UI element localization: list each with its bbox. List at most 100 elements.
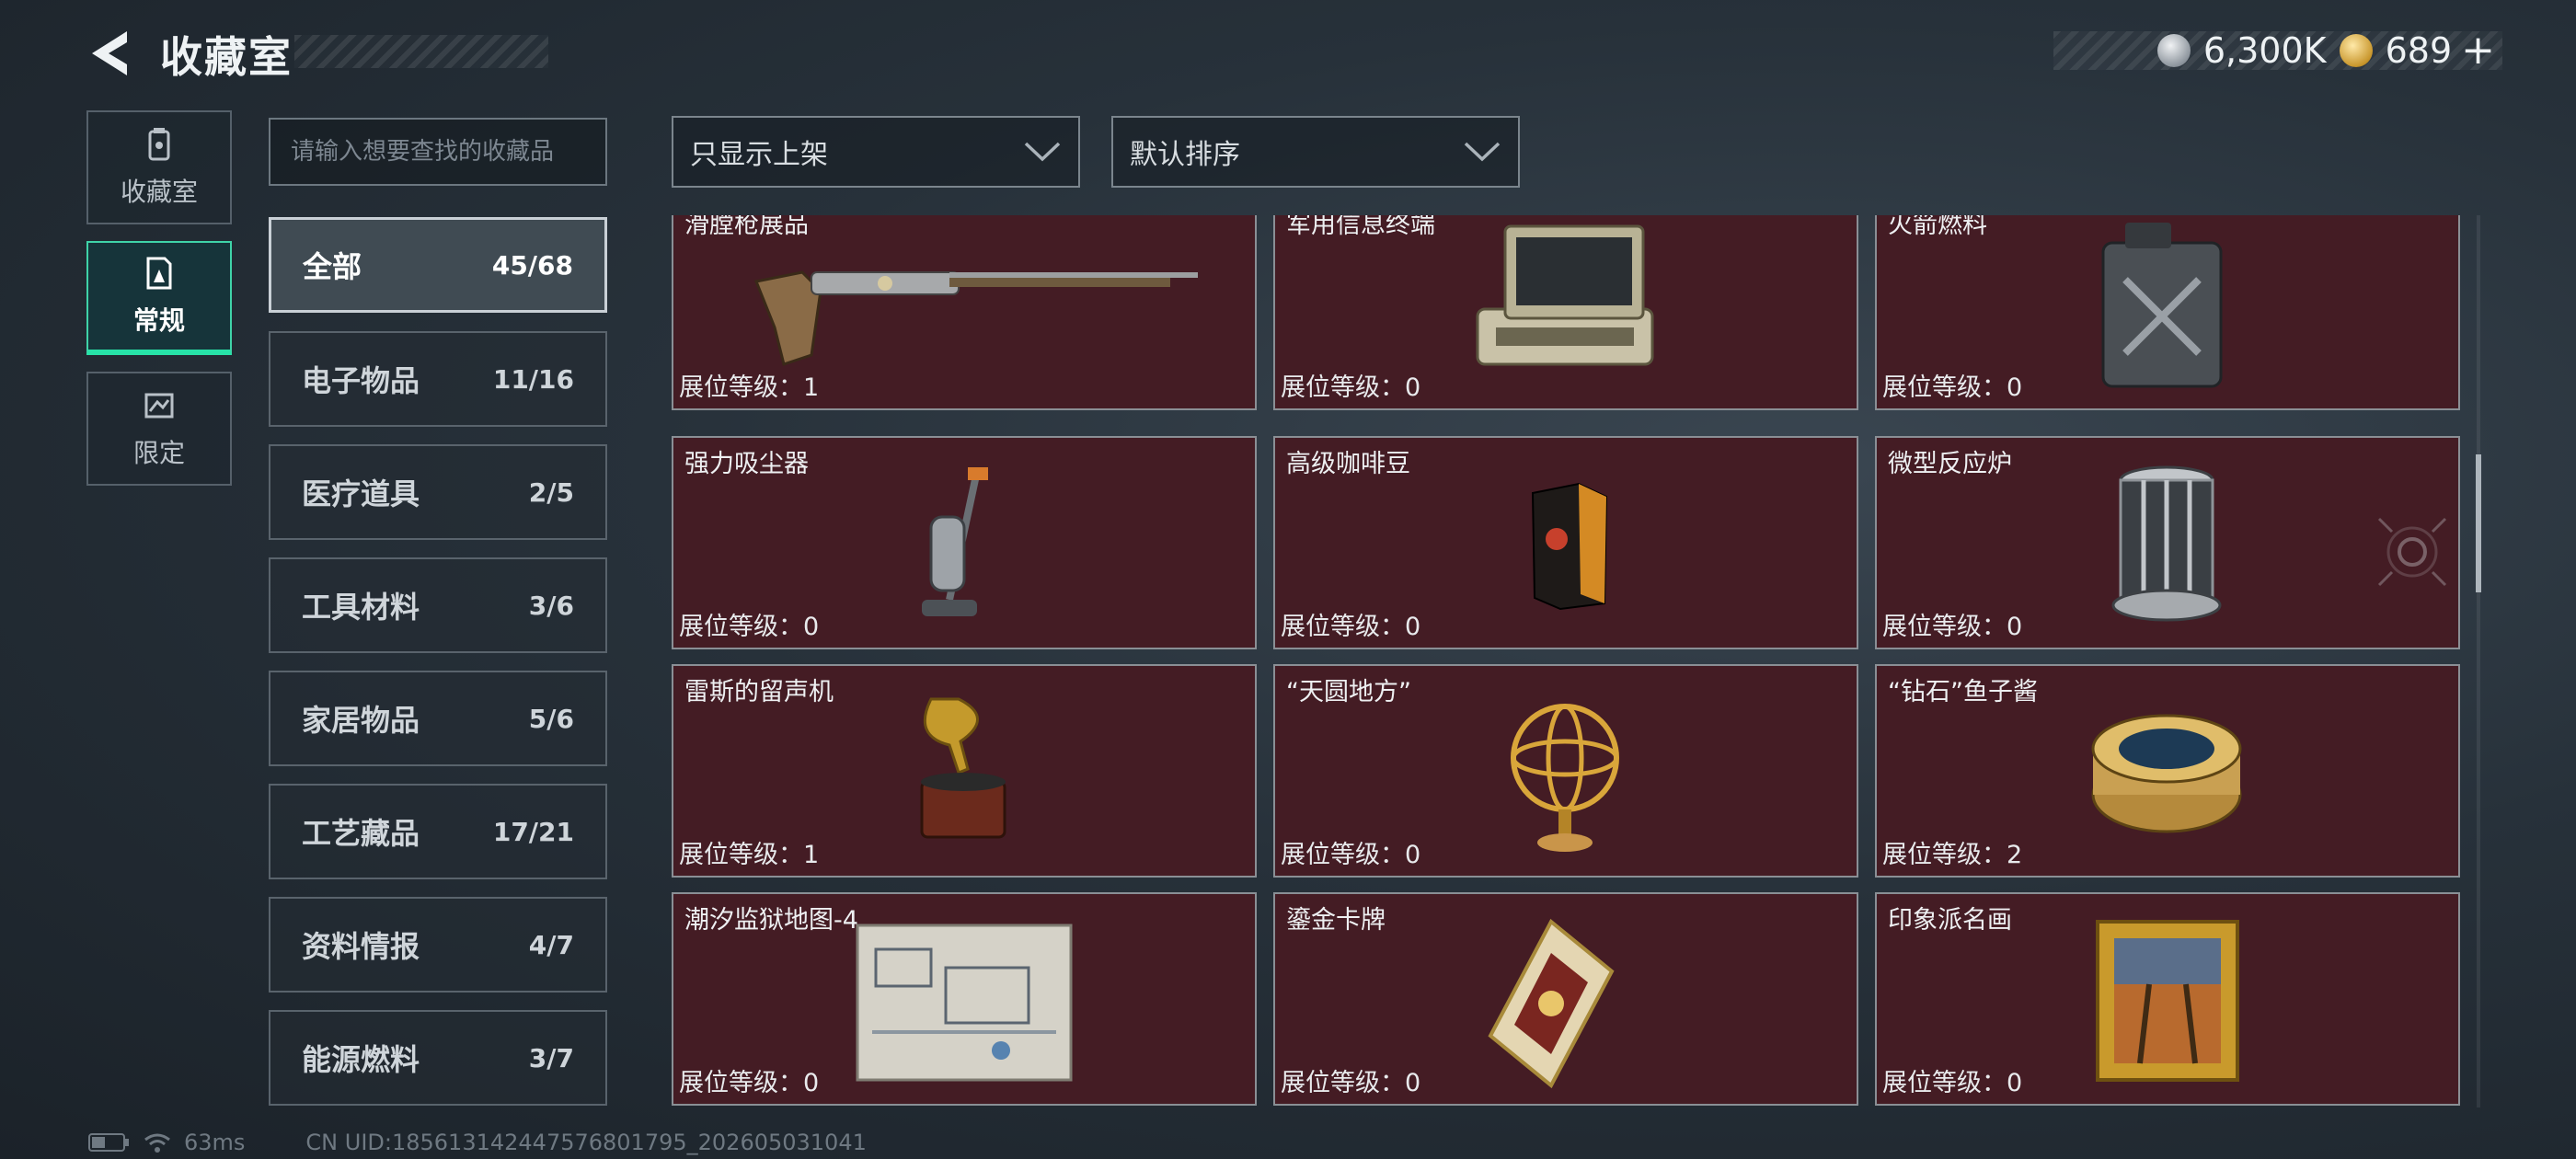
caviar-tin-icon [2091,714,2242,833]
tab-regular[interactable]: 常规 [86,241,232,355]
wifi-icon [144,1133,170,1153]
category-count: 3/6 [528,590,574,621]
item-level: 展位等级：0 [1281,1069,1421,1097]
category-name: 工艺藏品 [302,816,420,851]
item-name: 潮汐监狱地图-4 [684,906,858,935]
category-name: 能源燃料 [302,1042,420,1077]
item-level: 展位等级：0 [1882,613,2023,641]
item-level: 展位等级：0 [1281,373,1421,402]
item-level: 展位等级：0 [1281,841,1421,869]
collection-card-vacuum[interactable]: 强力吸尘器 展位等级：0 [672,436,1257,649]
category-name: 资料情报 [302,929,420,964]
ping-value: 63ms [184,1130,246,1155]
category-all[interactable]: 全部 45/68 [269,217,607,313]
category-crafts[interactable]: 工艺藏品 17/21 [269,784,607,879]
gilded-card-icon [1488,918,1615,1089]
vacuum-cleaner-icon [922,467,988,616]
battery-icon [88,1133,129,1152]
item-level: 展位等级：2 [1882,841,2023,869]
item-name: 印象派名画 [1888,906,2012,935]
item-name: 鎏金卡牌 [1286,906,1386,935]
item-name: 火箭燃料 [1888,215,1987,239]
category-name: 工具材料 [302,590,420,625]
collection-grid: 滑膛枪展品 展位等级：1 军用信息终端 展位等级：0 火箭燃料 展位等级：0 强… [670,215,2464,1107]
category-name: 医疗道具 [302,476,420,511]
item-name: 高级咖啡豆 [1286,450,1410,478]
tab-label: 常规 [132,305,185,336]
item-name: 雷斯的留声机 [684,678,834,706]
gold-coin-icon [2339,34,2373,67]
search-input[interactable] [269,118,607,186]
collection-card-caviar[interactable]: “钻石”鱼子酱 展位等级：2 [1875,664,2460,878]
reticle-icon [2377,517,2447,587]
collection-card-micro-reactor[interactable]: 微型反应炉 展位等级：0 [1875,436,2460,649]
collection-card-armillary[interactable]: “天圆地方” 展位等级：0 [1273,664,1858,878]
item-name: 微型反应炉 [1888,450,2012,478]
limited-icon [144,393,174,419]
silver-coin-icon [2156,34,2191,67]
display-filter-value: 只显示上架 [690,139,828,171]
category-count: 45/68 [491,249,573,281]
military-terminal-icon [1476,224,1654,366]
item-name: “钻石”鱼子酱 [1888,678,2038,706]
gramophone-icon [920,697,1006,839]
collection-card-coffee-beans[interactable]: 高级咖啡豆 展位等级：0 [1273,436,1858,649]
back-button[interactable] [85,28,136,79]
category-medical[interactable]: 医疗道具 2/5 [269,444,607,540]
item-level: 展位等级：0 [679,1069,820,1097]
gold-currency-value: 689 [2385,30,2453,71]
category-electronics[interactable]: 电子物品 11/16 [269,331,607,427]
user-uid: CN UID:185613142447576801795_20260503104… [305,1130,867,1155]
display-filter-dropdown[interactable]: 只显示上架 [672,116,1080,188]
collection-card-terminal[interactable]: 军用信息终端 展位等级：0 [1273,215,1858,410]
collection-card-painting[interactable]: 印象派名画 展位等级：0 [1875,892,2460,1106]
category-name: 家居物品 [302,703,420,738]
sort-dropdown[interactable]: 默认排序 [1111,116,1520,188]
collection-card-gilded-card[interactable]: 鎏金卡牌 展位等级：0 [1273,892,1858,1106]
add-currency-button[interactable]: + [2461,30,2495,71]
chevron-down-icon [1464,142,1501,162]
page-title: 收藏室 [160,32,293,82]
grid-scrollbar-thumb[interactable] [2476,454,2481,592]
item-name: 强力吸尘器 [684,450,809,478]
category-tools[interactable]: 工具材料 3/6 [269,557,607,653]
jerrycan-icon [2101,223,2223,388]
sort-value: 默认排序 [1130,139,1240,171]
collection-room-icon [148,128,170,161]
impressionist-painting-icon [2096,920,2239,1082]
back-arrow-icon [92,31,127,75]
collection-card-prison-map[interactable]: 潮汐监狱地图-4 展位等级：0 [672,892,1257,1106]
armillary-sphere-icon [1511,704,1619,852]
item-level: 展位等级：0 [1281,613,1421,641]
regular-icon [146,257,172,290]
tab-label: 收藏室 [120,177,198,207]
collection-card-gramophone[interactable]: 雷斯的留声机 展位等级：1 [672,664,1257,878]
item-level: 展位等级：0 [679,613,820,641]
musket-icon [753,270,1198,366]
coffee-bag-icon [1531,482,1608,611]
item-level: 展位等级：1 [679,841,820,869]
category-energy[interactable]: 能源燃料 3/7 [269,1010,607,1106]
category-count: 3/7 [528,1042,574,1073]
micro-reactor-icon [2111,465,2222,622]
category-name: 全部 [303,249,362,284]
title-decoration [294,35,548,68]
tab-limited[interactable]: 限定 [86,372,232,486]
prison-map-icon [856,924,1073,1082]
status-bar: 63ms CN UID:185613142447576801795_202605… [88,1130,867,1155]
category-count: 5/6 [528,703,574,734]
chevron-down-icon [1024,142,1061,162]
category-intel[interactable]: 资料情报 4/7 [269,897,607,993]
collection-card-musket[interactable]: 滑膛枪展品 展位等级：1 [672,215,1257,410]
item-level: 展位等级：0 [1882,1069,2023,1097]
item-level: 展位等级：1 [679,373,820,402]
tab-collection-room[interactable]: 收藏室 [86,110,232,224]
item-name: 军用信息终端 [1286,215,1435,239]
collection-card-rocket-fuel[interactable]: 火箭燃料 展位等级：0 [1875,215,2460,410]
tab-label: 限定 [132,438,185,468]
item-level: 展位等级：0 [1882,373,2023,402]
category-count: 11/16 [492,363,574,395]
item-name: “天圆地方” [1286,678,1411,706]
category-household[interactable]: 家居物品 5/6 [269,671,607,766]
grid-scrollbar-track[interactable] [2477,215,2480,1107]
